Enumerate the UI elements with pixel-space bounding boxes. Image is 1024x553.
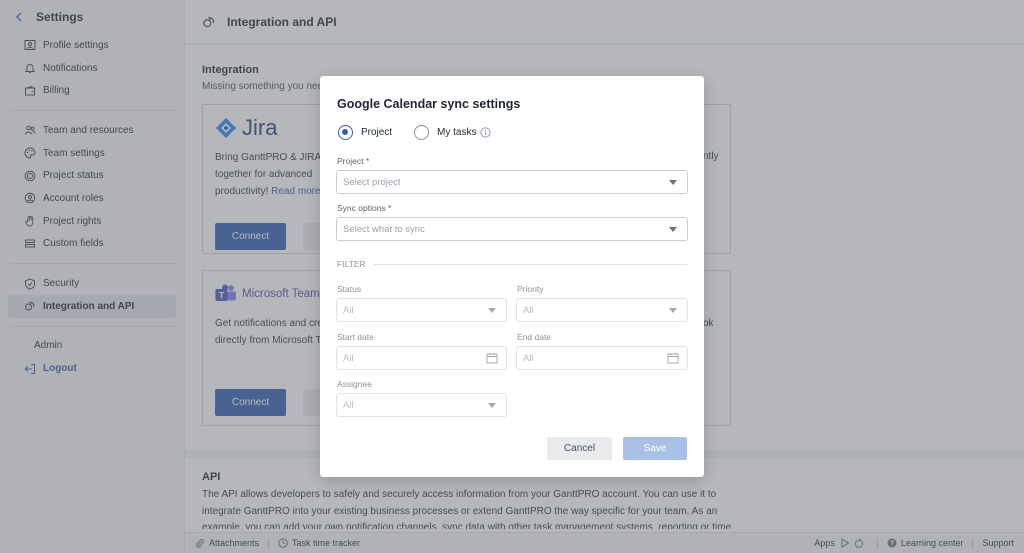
priority-label: Priority: [517, 284, 544, 294]
radio-label: My tasks: [437, 127, 477, 138]
assignee-select[interactable]: All: [336, 393, 507, 417]
radio-project[interactable]: Project: [338, 125, 392, 140]
project-label: Project *: [337, 156, 370, 166]
status-select[interactable]: All: [336, 298, 507, 322]
caret-down-icon: [669, 308, 677, 313]
start-date-label: Start date: [337, 332, 374, 342]
calendar-icon[interactable]: [486, 352, 498, 364]
caret-down-icon: [488, 308, 496, 313]
filter-heading: FILTER: [337, 260, 366, 269]
info-icon[interactable]: [480, 127, 492, 138]
radio-dot-checked[interactable]: [338, 125, 353, 140]
sync-options-select[interactable]: Select what to sync: [336, 217, 688, 241]
select-value: All: [523, 304, 534, 316]
radio-label: Project: [361, 127, 393, 138]
filter-divider: FILTER: [337, 260, 687, 269]
radio-dot[interactable]: [414, 125, 429, 140]
caret-down-icon: [488, 403, 496, 408]
save-button[interactable]: Save: [623, 437, 687, 460]
project-select[interactable]: Select project: [336, 170, 688, 194]
google-calendar-sync-dialog: Google Calendar sync settings Project My…: [320, 76, 704, 477]
dialog-title: Google Calendar sync settings: [337, 97, 521, 111]
end-date-label: End date: [517, 332, 552, 342]
select-placeholder: Select what to sync: [343, 223, 425, 235]
filter-line: [373, 264, 687, 265]
cancel-button[interactable]: Cancel: [547, 437, 612, 460]
select-value: All: [343, 352, 354, 364]
status-label: Status: [337, 284, 362, 294]
select-value: All: [343, 304, 354, 316]
select-value: All: [343, 399, 354, 411]
radio-my-tasks[interactable]: My tasks: [414, 125, 492, 140]
caret-down-icon: [669, 180, 677, 185]
select-placeholder: Select project: [343, 176, 401, 188]
start-date-picker[interactable]: All: [336, 346, 507, 370]
calendar-icon[interactable]: [667, 352, 679, 364]
assignee-label: Assignee: [337, 379, 372, 389]
end-date-picker[interactable]: All: [516, 346, 688, 370]
caret-down-icon: [669, 227, 677, 232]
select-value: All: [523, 352, 534, 364]
sync-options-label: Sync options *: [337, 203, 392, 213]
priority-select[interactable]: All: [516, 298, 688, 322]
